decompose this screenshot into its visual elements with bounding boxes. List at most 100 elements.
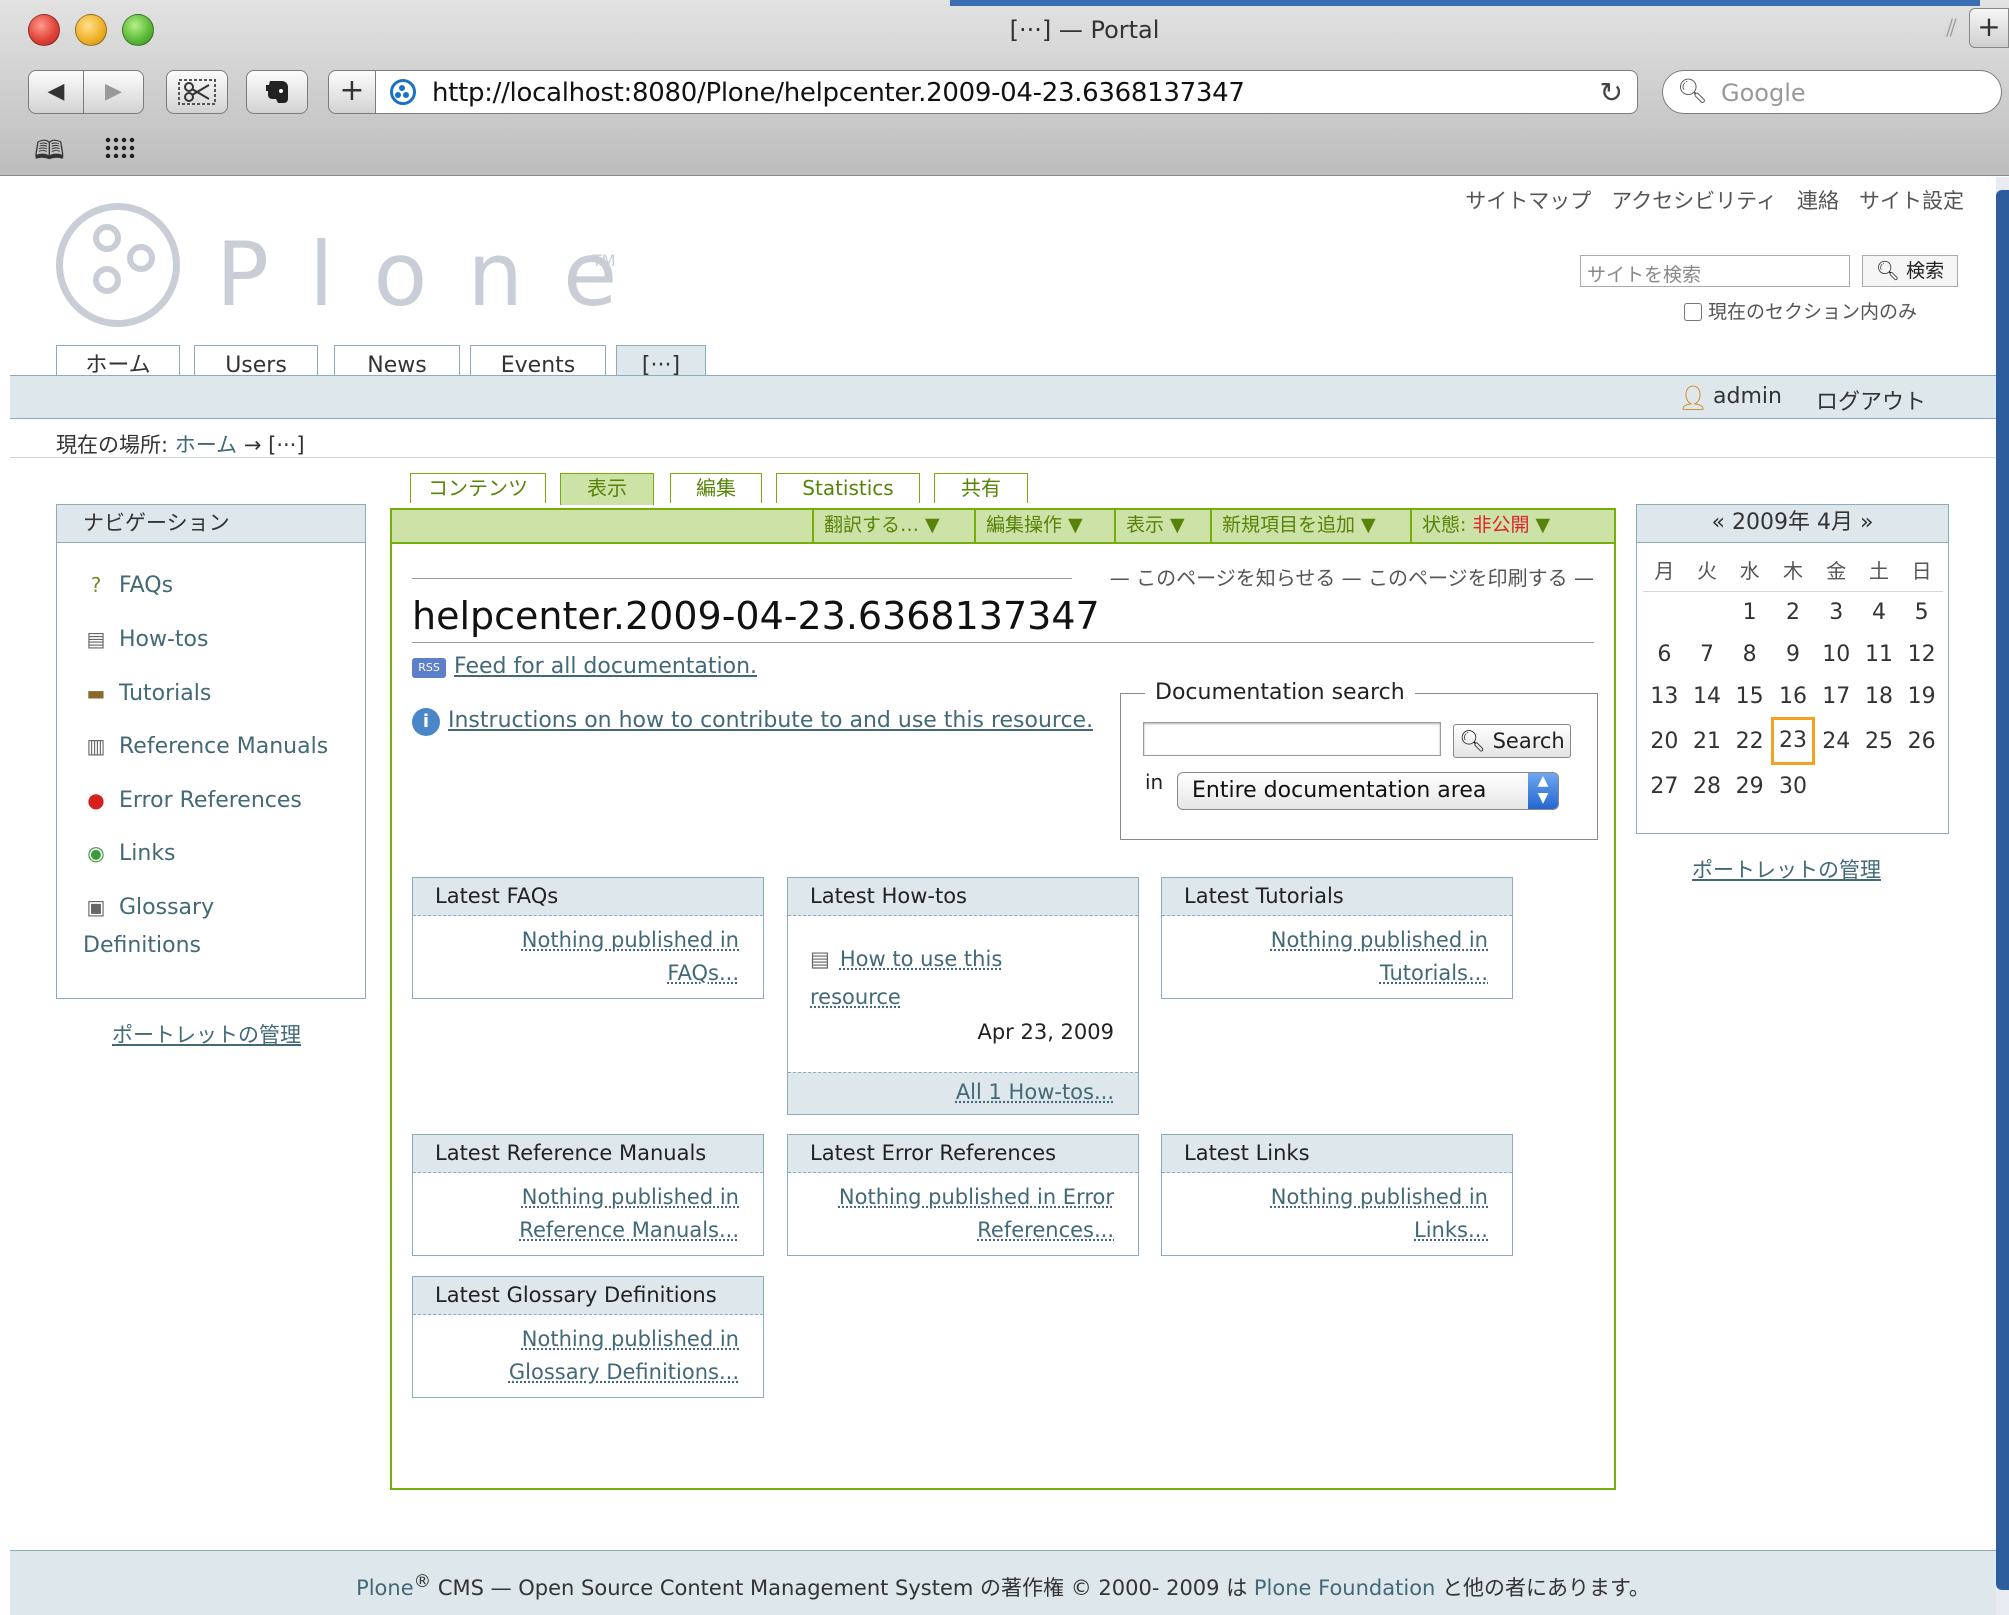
calendar-day-today[interactable]: 23 — [1770, 717, 1815, 765]
site-search-button[interactable]: 🔍︎ 検索 — [1862, 255, 1958, 287]
documentation-search-input[interactable] — [1143, 722, 1441, 756]
nav-item-links[interactable]: ◉ Links — [83, 841, 175, 866]
top-sites-grid-icon[interactable] — [104, 136, 136, 158]
calendar-day[interactable]: 19 — [1900, 675, 1943, 717]
calendar-day[interactable]: 4 — [1858, 591, 1901, 633]
calendar-day[interactable]: 9 — [1771, 633, 1815, 675]
calendar-day[interactable]: 18 — [1858, 675, 1901, 717]
calendar-day[interactable]: 21 — [1686, 717, 1729, 765]
calendar-day[interactable]: 7 — [1686, 633, 1729, 675]
address-bar[interactable]: http://localhost:8080/Plone/helpcenter.2… — [376, 70, 1638, 114]
calendar-day[interactable]: 10 — [1815, 633, 1858, 675]
calendar-day[interactable]: 14 — [1686, 675, 1729, 717]
translate-menu[interactable]: 翻訳する… ▼ — [812, 510, 950, 542]
latest-glossary-definitions-empty-link[interactable]: Nothing published in Glossary Definition… — [439, 1323, 739, 1389]
calendar-day[interactable]: 5 — [1900, 591, 1943, 633]
site-search-input[interactable]: サイトを検索 — [1580, 255, 1850, 287]
site-action-accessibility[interactable]: アクセシビリティ — [1611, 189, 1777, 213]
calendar-day-number: 20 — [1650, 728, 1679, 754]
calendar-day[interactable]: 1 — [1728, 591, 1771, 633]
footer-foundation-link[interactable]: Plone Foundation — [1254, 1576, 1435, 1600]
latest-tutorials-empty-link[interactable]: Nothing published in Tutorials... — [1208, 924, 1488, 990]
calendar-day[interactable]: 27 — [1643, 765, 1686, 807]
documentation-search-button[interactable]: 🔍︎ Search — [1453, 724, 1571, 758]
content-tab-edit[interactable]: 編集 — [670, 473, 762, 503]
section-only-option[interactable]: 現在のセクション内のみ — [1684, 297, 1917, 324]
calendar-day[interactable]: 20 — [1643, 717, 1686, 765]
calendar-day[interactable]: 17 — [1815, 675, 1858, 717]
calendar-day[interactable]: 26 — [1900, 717, 1943, 765]
footer-plone-link[interactable]: Plone — [356, 1576, 414, 1600]
calendar-day[interactable]: 24 — [1815, 717, 1858, 765]
calendar-day[interactable]: 13 — [1643, 675, 1686, 717]
add-bookmark-button[interactable]: + — [328, 70, 376, 114]
calendar-day-number: 3 — [1829, 599, 1844, 625]
manage-portlets-right-link[interactable]: ポートレットの管理 — [1692, 854, 1881, 884]
nav-item-faqs[interactable]: ? FAQs — [83, 573, 173, 598]
calendar-month-header[interactable]: « 2009年 4月 » — [1637, 505, 1948, 543]
latest-faqs-empty-link[interactable]: Nothing published in FAQs... — [459, 924, 739, 990]
latest-reference-manuals-empty-link[interactable]: Nothing published in Reference Manuals..… — [459, 1181, 739, 1247]
content-tab-view[interactable]: 表示 — [560, 473, 654, 505]
nav-item-tutorials[interactable]: ▬ Tutorials — [83, 681, 212, 706]
manage-portlets-left-link[interactable]: ポートレットの管理 — [112, 1019, 301, 1049]
calendar-day[interactable]: 22 — [1728, 717, 1771, 765]
new-tab-button[interactable]: + — [1969, 8, 2009, 48]
reload-icon[interactable]: ↻ — [1600, 76, 1623, 109]
calendar-day[interactable]: 15 — [1728, 675, 1771, 717]
nav-item-howtos[interactable]: ▤ How-tos — [83, 627, 209, 652]
calendar-day[interactable]: 29 — [1728, 765, 1771, 807]
calendar-day[interactable]: 6 — [1643, 633, 1686, 675]
nav-item-glossary-line2[interactable]: Definitions — [83, 933, 201, 958]
content-tab-statistics[interactable]: Statistics — [776, 473, 920, 503]
clipping-button[interactable] — [166, 70, 228, 114]
nav-item-reference-manuals[interactable]: ▥ Reference Manuals — [83, 734, 329, 759]
latest-glossary-definitions-title: Latest Glossary Definitions — [413, 1277, 763, 1315]
back-button[interactable]: ◀ — [28, 70, 84, 114]
site-action-site-setup[interactable]: サイト設定 — [1859, 189, 1964, 213]
info-icon: i — [412, 708, 440, 736]
calendar-day[interactable]: 28 — [1686, 765, 1729, 807]
bookmarks-book-icon[interactable]: 🕮 — [34, 132, 65, 176]
all-howtos-link[interactable]: All 1 How-tos... — [788, 1072, 1138, 1114]
calendar-day[interactable]: 12 — [1900, 633, 1943, 675]
forward-button[interactable]: ▶ — [84, 70, 144, 114]
calendar-day[interactable]: 2 — [1771, 591, 1815, 633]
vertical-scrollbar-thumb[interactable] — [1996, 190, 2009, 1590]
calendar-week-row: 27 28 29 30 — [1643, 765, 1943, 807]
display-menu[interactable]: 表示 ▼ — [1114, 510, 1195, 542]
documentation-feed-link[interactable]: RSS Feed for all documentation. — [412, 654, 757, 679]
howto-item-link[interactable]: ▤ How to use this resource — [810, 940, 1020, 1016]
calendar-day[interactable]: 11 — [1858, 633, 1901, 675]
breadcrumb-home[interactable]: ホーム — [175, 433, 237, 457]
calendar-day[interactable]: 30 — [1771, 765, 1815, 807]
content-tab-contents[interactable]: コンテンツ — [410, 473, 546, 503]
documentation-area-select[interactable]: Entire documentation area ▲ ▼ — [1177, 772, 1559, 810]
plone-logo-tm: TM — [592, 251, 616, 270]
documentation-search-in-label: in — [1145, 770, 1164, 794]
site-action-sitemap[interactable]: サイトマップ — [1465, 189, 1591, 213]
section-only-checkbox[interactable] — [1684, 303, 1702, 321]
nav-item-label: Error References — [119, 788, 302, 813]
url-text[interactable]: http://localhost:8080/Plone/helpcenter.2… — [432, 78, 1245, 108]
calendar-day[interactable]: 16 — [1771, 675, 1815, 717]
calendar-day[interactable]: 8 — [1728, 633, 1771, 675]
nav-item-error-references[interactable]: ● Error References — [83, 788, 302, 813]
document-actions[interactable]: — このページを知らせる — このページを印刷する — — [412, 562, 1594, 591]
content-tab-sharing[interactable]: 共有 — [934, 473, 1028, 503]
calendar-day[interactable]: 3 — [1815, 591, 1858, 633]
browser-search-field[interactable]: 🔍︎ Google — [1662, 70, 2002, 114]
workflow-state-menu[interactable]: 状態: 非公開 ▼ — [1410, 510, 1560, 542]
latest-links-empty-link[interactable]: Nothing published in Links... — [1208, 1181, 1488, 1247]
add-new-item-menu[interactable]: 新規項目を追加 ▼ — [1210, 510, 1386, 542]
window-title: [···] — Portal — [1009, 16, 1160, 44]
calendar-day[interactable]: 25 — [1858, 717, 1901, 765]
edit-actions-menu[interactable]: 編集操作 ▼ — [974, 510, 1093, 542]
instructions-link[interactable]: i Instructions on how to contribute to an… — [412, 708, 1093, 736]
logout-link[interactable]: ログアウト — [1816, 384, 1926, 416]
site-action-contact[interactable]: 連絡 — [1797, 189, 1839, 213]
latest-error-references-empty-link[interactable]: Nothing published in Error References... — [814, 1181, 1114, 1247]
nav-item-glossary[interactable]: ▣ Glossary — [83, 895, 215, 920]
evernote-button[interactable] — [246, 70, 308, 114]
user-name-link[interactable]: admin — [1713, 384, 1782, 409]
